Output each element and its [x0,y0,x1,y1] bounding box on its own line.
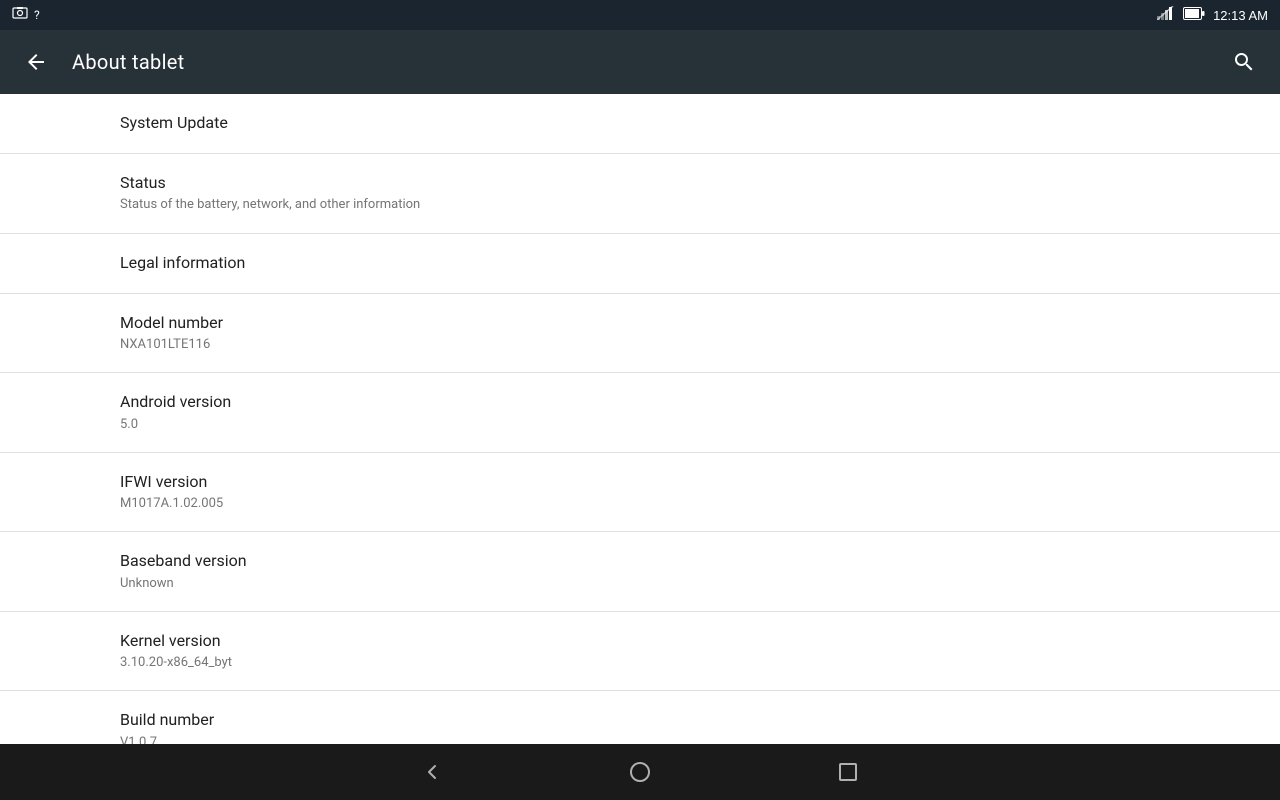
battery-icon [1183,7,1205,24]
settings-item-legal-information[interactable]: Legal information [0,234,1280,294]
settings-list: System Update Status Status of the battery… [0,94,1280,744]
search-button[interactable] [1224,42,1264,82]
settings-item-build-number[interactable]: Build number V1.0.7 [0,691,1280,744]
settings-item-title: Baseband version [120,550,1160,572]
settings-item-title: Status [120,172,1160,194]
settings-item-title: System Update [120,112,1160,134]
home-nav-button[interactable] [616,748,664,796]
settings-item-subtitle: NXA101LTE116 [120,336,1160,354]
status-bar-left-icons: ? [12,6,40,24]
settings-item-subtitle: Unknown [120,575,1160,593]
status-bar: ? 12:13 AM [0,0,1280,30]
settings-item-title: IFWI version [120,471,1160,493]
unknown-icon: ? [34,8,40,22]
settings-item-subtitle: V1.0.7 [120,734,1160,744]
recents-nav-button[interactable] [824,748,872,796]
settings-item-title: Kernel version [120,630,1160,652]
settings-item-baseband-version[interactable]: Baseband version Unknown [0,532,1280,612]
nav-bar [0,744,1280,800]
settings-item-system-update[interactable]: System Update [0,94,1280,154]
settings-item-subtitle: Status of the battery, network, and othe… [120,196,1160,214]
settings-item-title: Build number [120,709,1160,731]
page-title: About tablet [72,50,1224,74]
settings-item-title: Model number [120,312,1160,334]
photo-icon [12,6,28,24]
app-bar: About tablet [0,30,1280,94]
time-display: 12:13 AM [1213,8,1268,23]
settings-item-subtitle: 5.0 [120,416,1160,434]
settings-item-android-version[interactable]: Android version 5.0 [0,373,1280,453]
settings-item-status[interactable]: Status Status of the battery, network, an… [0,154,1280,234]
settings-item-title: Legal information [120,252,1160,274]
settings-item-subtitle: 3.10.20-x86_64_byt [120,654,1160,672]
back-button[interactable] [16,42,56,82]
settings-item-model-number[interactable]: Model number NXA101LTE116 [0,294,1280,374]
settings-item-kernel-version[interactable]: Kernel version 3.10.20-x86_64_byt [0,612,1280,692]
signal-icon [1157,6,1175,24]
status-bar-right-icons: 12:13 AM [1157,6,1268,24]
settings-item-subtitle: M1017A.1.02.005 [120,495,1160,513]
settings-item-ifwi-version[interactable]: IFWI version M1017A.1.02.005 [0,453,1280,533]
back-nav-button[interactable] [408,748,456,796]
settings-content: System Update Status Status of the battery… [0,94,1280,744]
settings-item-title: Android version [120,391,1160,413]
